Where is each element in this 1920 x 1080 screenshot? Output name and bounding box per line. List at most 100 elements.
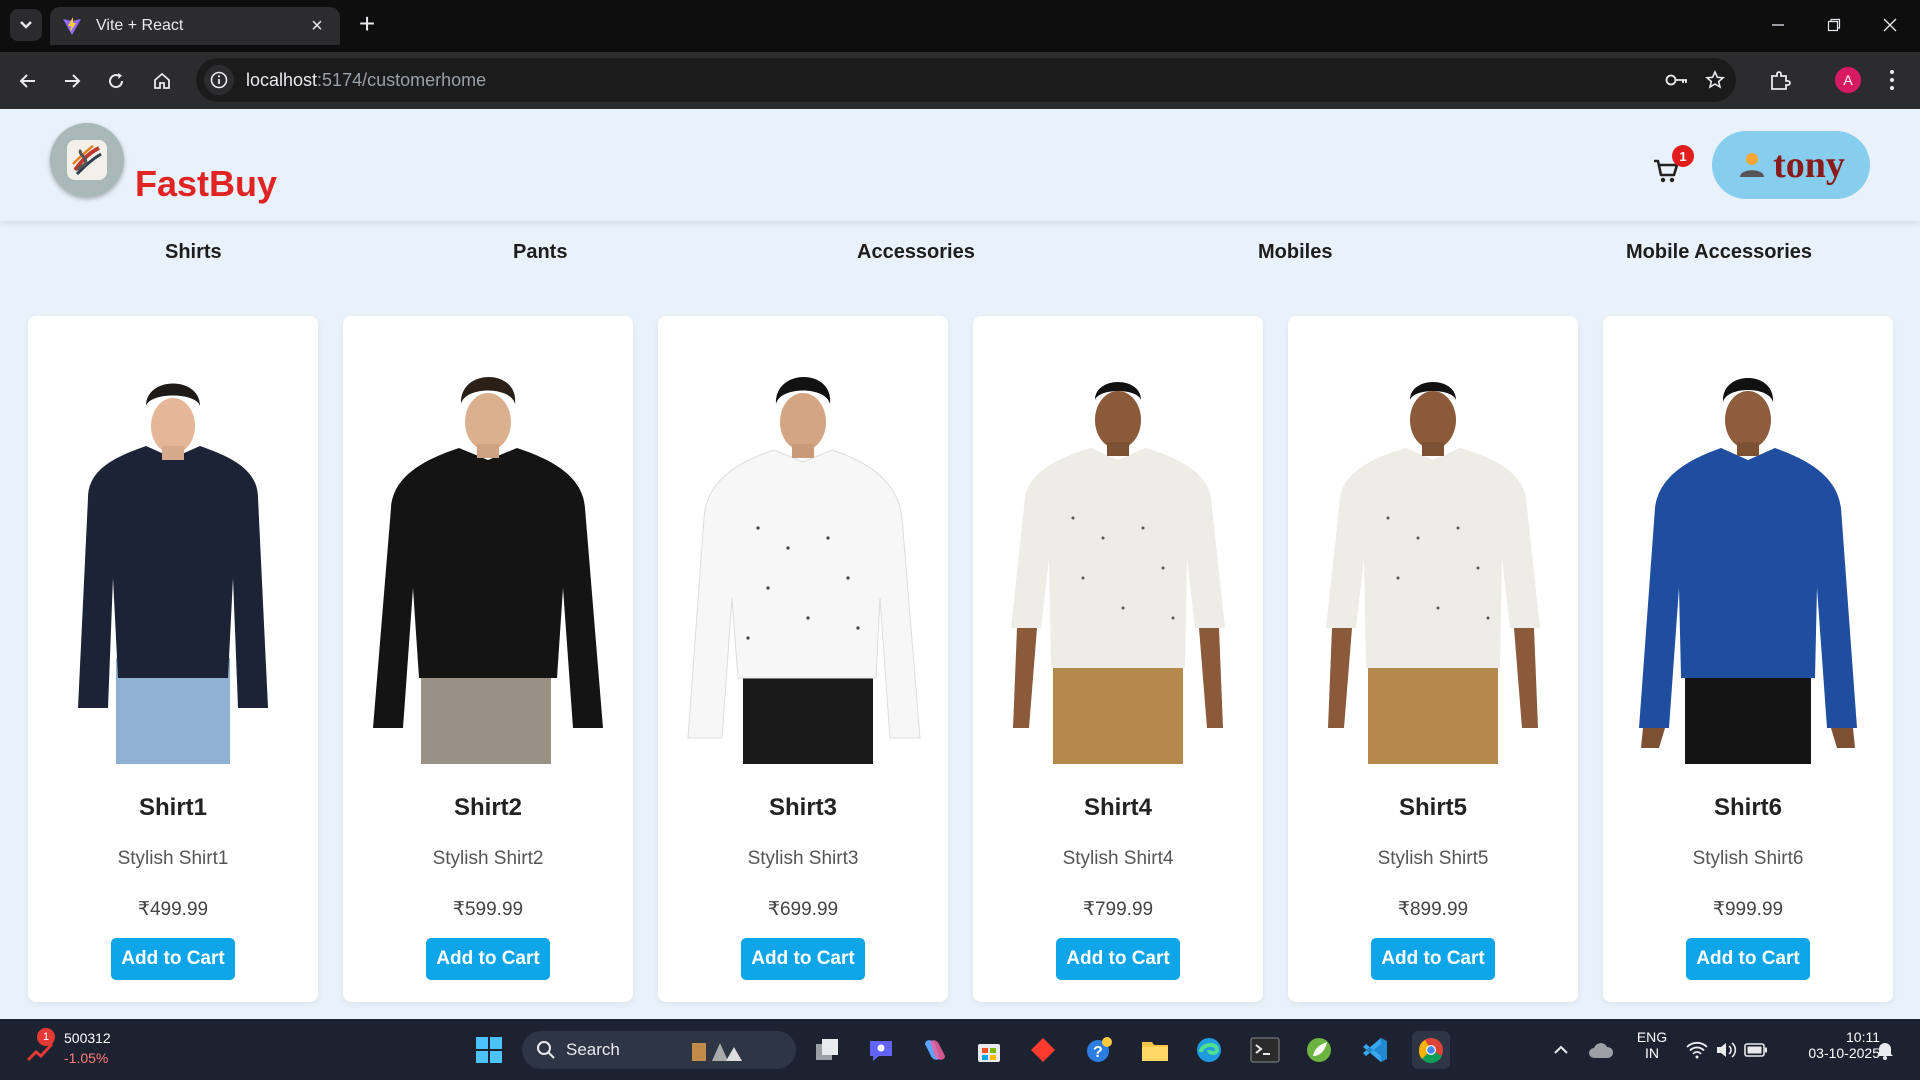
reload-button[interactable]	[100, 65, 132, 97]
stock-change: -1.05%	[64, 1050, 109, 1066]
stock-value: 500312	[64, 1030, 111, 1046]
brand-name[interactable]: FastBuy	[135, 163, 277, 205]
info-icon	[210, 71, 228, 89]
tab-strip: Vite + React × +	[0, 0, 1920, 52]
product-description: Stylish Shirt3	[747, 848, 859, 869]
add-to-cart-button[interactable]: Add to Cart	[741, 938, 865, 980]
copilot-button[interactable]	[916, 1031, 954, 1069]
url-path: :5174/customerhome	[317, 69, 487, 90]
cloud-icon	[1589, 1043, 1614, 1058]
spring-tool-button[interactable]	[1300, 1031, 1338, 1069]
cart-count-badge: 1	[1672, 145, 1694, 167]
windows-taskbar: 1 500312 -1.05% Search ? ENG IN 10:11 03…	[0, 1019, 1920, 1080]
onedrive-button[interactable]	[1582, 1031, 1620, 1069]
new-tab-button[interactable]: +	[352, 10, 382, 40]
category-mobiles[interactable]: Mobiles	[1258, 241, 1332, 264]
puzzle-icon	[1771, 71, 1791, 90]
chevron-down-icon	[20, 21, 32, 29]
cart-button[interactable]: 1	[1652, 145, 1694, 189]
clock[interactable]: 10:11 03-10-2025	[1780, 1029, 1880, 1061]
product-image[interactable]	[658, 328, 948, 764]
taskbar-search[interactable]: Search	[522, 1031, 796, 1069]
product-card: Shirt6 Stylish Shirt6 ₹999.99 Add to Car…	[1603, 316, 1893, 1002]
extensions-button[interactable]	[1764, 65, 1796, 97]
add-to-cart-button[interactable]: Add to Cart	[1371, 938, 1495, 980]
category-accessories[interactable]: Accessories	[857, 241, 975, 264]
bell-icon	[1877, 1043, 1893, 1060]
minimize-button[interactable]	[1750, 0, 1806, 50]
start-button[interactable]	[470, 1031, 508, 1069]
vscode-icon	[1363, 1038, 1387, 1062]
meet-app-button[interactable]	[862, 1031, 900, 1069]
user-name: tony	[1773, 144, 1845, 186]
add-to-cart-button[interactable]: Add to Cart	[1686, 938, 1810, 980]
password-key-button[interactable]	[1662, 65, 1692, 95]
vscode-button[interactable]	[1356, 1031, 1394, 1069]
browser-menu-button[interactable]	[1880, 64, 1904, 96]
store-button[interactable]	[970, 1031, 1008, 1069]
category-pants[interactable]: Pants	[513, 241, 567, 264]
product-image[interactable]	[1288, 328, 1578, 764]
category-shirts[interactable]: Shirts	[165, 241, 222, 264]
product-image[interactable]	[1603, 328, 1893, 764]
tab-search-button[interactable]	[10, 9, 42, 41]
minimize-icon	[1772, 24, 1784, 26]
add-to-cart-button[interactable]: Add to Cart	[111, 938, 235, 980]
add-to-cart-button[interactable]: Add to Cart	[426, 938, 550, 980]
category-mobile-accessories[interactable]: Mobile Accessories	[1626, 241, 1812, 264]
task-view-button[interactable]	[808, 1031, 846, 1069]
browser-toolbar: localhost :5174/customerhome	[0, 52, 1920, 109]
user-menu-button[interactable]: tony	[1712, 131, 1870, 199]
store-icon	[978, 1044, 1000, 1062]
restore-button[interactable]	[1806, 0, 1862, 50]
product-name: Shirt1	[138, 794, 207, 821]
product-card: Shirt2 Stylish Shirt2 ₹599.99 Add to Car…	[343, 316, 633, 1002]
bookmark-button[interactable]	[1700, 65, 1730, 95]
video-chat-icon	[870, 1041, 892, 1061]
battery-button[interactable]	[1737, 1031, 1775, 1069]
edge-button[interactable]	[1190, 1031, 1228, 1069]
restore-icon	[1827, 18, 1841, 32]
home-button[interactable]	[146, 65, 178, 97]
back-button[interactable]	[12, 65, 44, 97]
product-image[interactable]	[973, 328, 1263, 764]
site-info-button[interactable]	[204, 65, 234, 95]
user-icon	[1740, 153, 1765, 177]
profile-avatar[interactable]: A	[1835, 67, 1861, 93]
address-bar[interactable]: localhost :5174/customerhome	[196, 58, 1736, 102]
chrome-button[interactable]	[1412, 1031, 1450, 1069]
product-description: Stylish Shirt2	[432, 848, 544, 869]
add-to-cart-button[interactable]: Add to Cart	[1056, 938, 1180, 980]
terminal-button[interactable]	[1246, 1031, 1284, 1069]
site-header: FastBuy 1 tony	[0, 109, 1920, 221]
language-indicator[interactable]: ENG IN	[1628, 1029, 1676, 1061]
product-image[interactable]	[28, 328, 318, 764]
show-hidden-icons-button[interactable]	[1542, 1031, 1580, 1069]
product-image[interactable]	[343, 328, 633, 764]
product-grid: Shirt1 Stylish Shirt1 ₹499.99 Add to Car…	[28, 316, 1894, 1002]
logo-mark-icon	[67, 140, 107, 180]
notifications-button[interactable]	[1866, 1031, 1904, 1069]
wifi-icon	[1686, 1041, 1708, 1059]
stock-widget[interactable]: 1 500312 -1.05%	[26, 1028, 146, 1072]
arrow-left-icon	[19, 74, 35, 88]
help-icon: ?	[1087, 1037, 1112, 1062]
close-icon	[1883, 18, 1897, 32]
help-button[interactable]: ?	[1080, 1031, 1118, 1069]
product-name: Shirt2	[453, 794, 522, 821]
tab-close-icon[interactable]: ×	[306, 15, 328, 38]
close-window-button[interactable]	[1862, 0, 1918, 50]
forward-button[interactable]	[56, 65, 88, 97]
red-app-button[interactable]	[1024, 1031, 1062, 1069]
file-explorer-button[interactable]	[1136, 1031, 1174, 1069]
battery-icon	[1744, 1043, 1767, 1057]
search-icon	[537, 1041, 555, 1059]
product-description: Stylish Shirt5	[1377, 848, 1489, 869]
brand-logo[interactable]	[50, 123, 124, 197]
product-price: ₹499.99	[137, 899, 209, 920]
language-code: ENG	[1636, 1029, 1668, 1045]
folder-icon	[1142, 1042, 1168, 1061]
active-tab[interactable]: Vite + React ×	[50, 7, 340, 45]
region-code: IN	[1645, 1045, 1659, 1061]
chevron-up-icon	[1554, 1045, 1568, 1054]
